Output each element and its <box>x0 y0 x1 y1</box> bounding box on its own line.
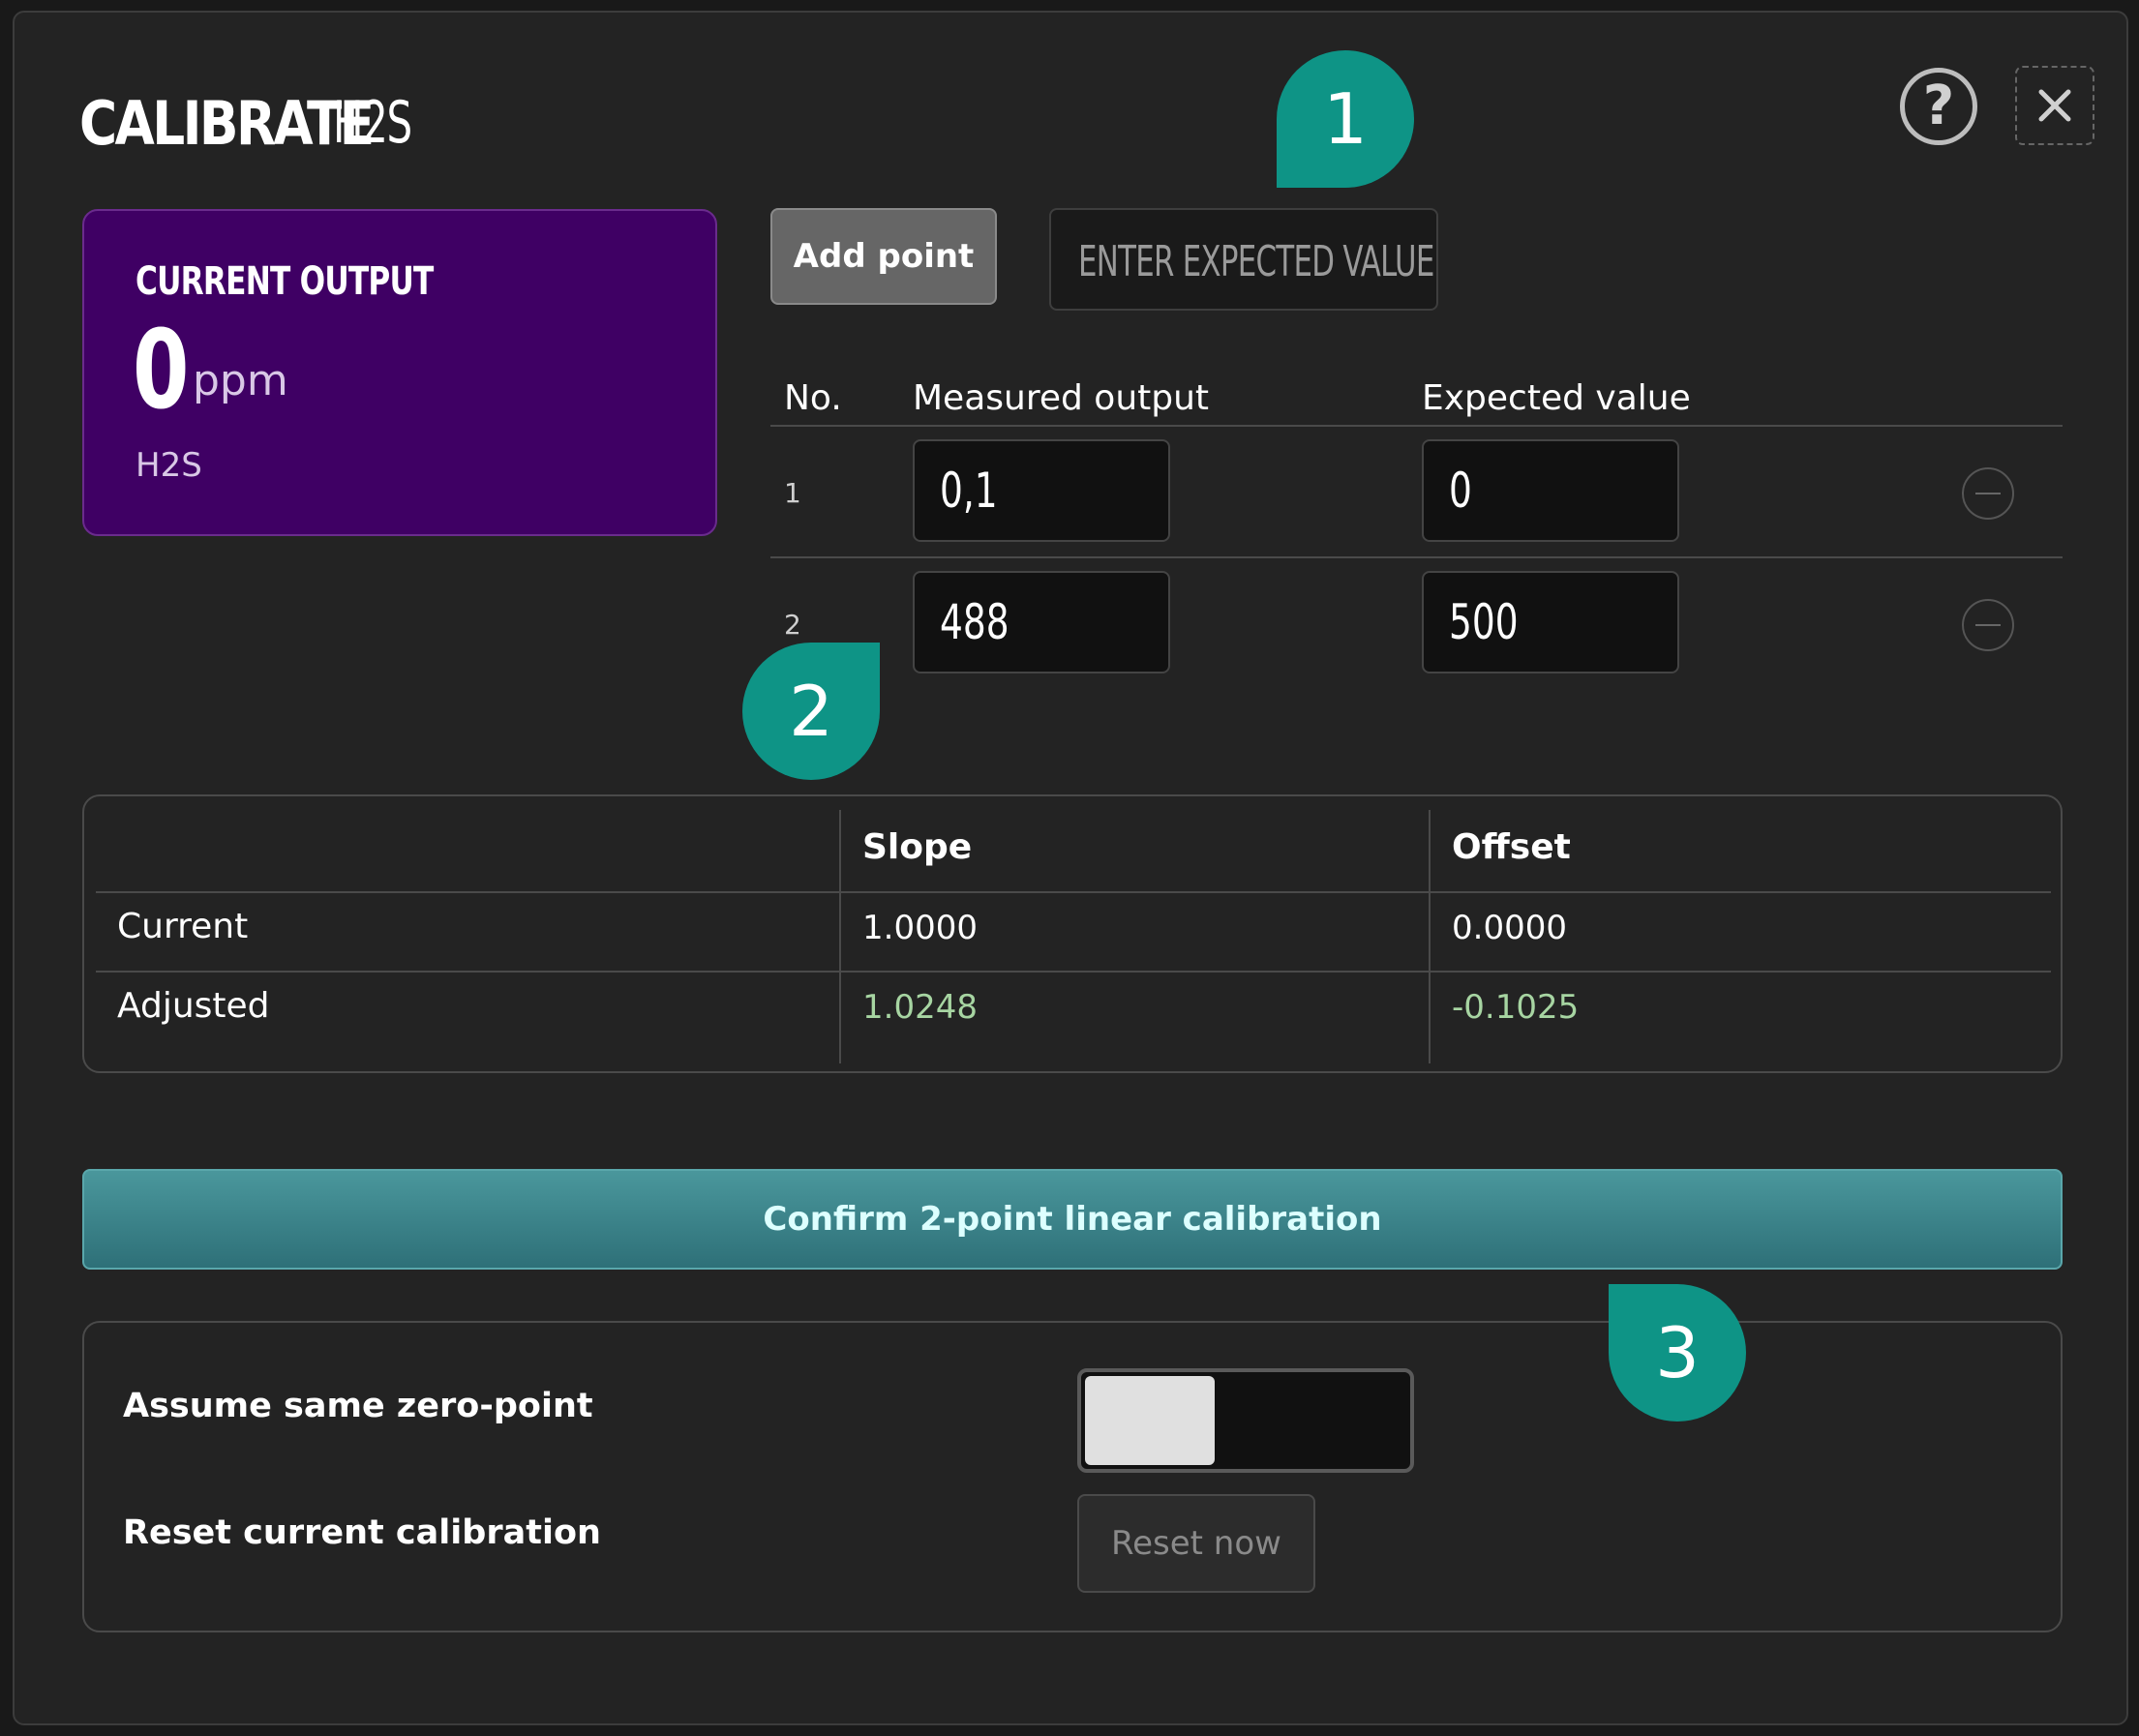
callout-marker-2: 2 <box>742 643 880 780</box>
options-panel: Assume same zero-point Reset current cal… <box>82 1321 2063 1632</box>
callout-marker-3: 3 <box>1609 1284 1746 1422</box>
reset-now-button[interactable]: Reset now <box>1077 1494 1315 1593</box>
column-expected: Expected value <box>1422 378 1691 418</box>
current-row-label: Current <box>117 907 249 946</box>
current-output-value: 0 <box>133 308 190 434</box>
title-action: CALIBRATE <box>79 88 375 159</box>
calibration-dialog: CALIBRATE H2S ? CURRENT OUTPUT 0 ppm H2S… <box>13 11 2128 1725</box>
toggle-knob <box>1085 1376 1215 1465</box>
row-divider <box>96 971 2051 973</box>
adjusted-row-label: Adjusted <box>117 986 270 1026</box>
remove-point-icon[interactable] <box>1962 467 2014 520</box>
current-output-unit: ppm <box>193 356 288 405</box>
header-divider <box>770 425 2063 427</box>
zero-point-label: Assume same zero-point <box>123 1387 593 1425</box>
zero-point-toggle[interactable] <box>1077 1368 1414 1473</box>
adjusted-offset: -0.1025 <box>1452 988 1580 1027</box>
slope-header: Slope <box>862 827 973 867</box>
callout-marker-1: 1 <box>1277 50 1414 188</box>
dialog-title: CALIBRATE H2S <box>79 88 420 165</box>
column-divider <box>839 810 841 1063</box>
close-button[interactable] <box>2015 66 2094 145</box>
expected-input[interactable]: 0 <box>1422 439 1679 542</box>
calibration-table: Slope Offset Current 1.0000 0.0000 Adjus… <box>82 794 2063 1073</box>
row-divider <box>770 556 2063 558</box>
add-point-button[interactable]: Add point <box>770 208 997 305</box>
help-glyph: ? <box>1922 75 1955 137</box>
expected-value: 0 <box>1449 463 1472 519</box>
point-number: 2 <box>784 609 801 641</box>
help-icon[interactable]: ? <box>1900 68 1977 145</box>
expected-value: 500 <box>1449 594 1519 650</box>
column-divider <box>1429 810 1431 1063</box>
confirm-calibration-button[interactable]: Confirm 2-point linear calibration <box>82 1169 2063 1270</box>
current-slope: 1.0000 <box>862 909 978 947</box>
point-number: 1 <box>784 477 801 509</box>
remove-point-icon[interactable] <box>1962 599 2014 651</box>
measured-input[interactable]: 488 <box>913 571 1170 673</box>
column-no: No. <box>784 378 842 418</box>
expected-value-input[interactable]: ENTER EXPECTED VALUE <box>1049 208 1438 311</box>
adjusted-slope: 1.0248 <box>862 988 978 1027</box>
offset-header: Offset <box>1452 827 1571 867</box>
measured-value: 488 <box>940 594 1009 650</box>
current-offset: 0.0000 <box>1452 909 1567 947</box>
current-output-card: CURRENT OUTPUT 0 ppm H2S <box>82 209 717 536</box>
current-output-gas: H2S <box>136 446 202 485</box>
column-measured: Measured output <box>913 378 1210 418</box>
title-sensor: H2S <box>333 89 412 157</box>
close-icon <box>2038 89 2071 122</box>
expected-input[interactable]: 500 <box>1422 571 1679 673</box>
measured-value: 0,1 <box>940 463 998 519</box>
row-divider <box>96 891 2051 893</box>
reset-calibration-label: Reset current calibration <box>123 1513 601 1552</box>
measured-input[interactable]: 0,1 <box>913 439 1170 542</box>
current-output-label: CURRENT OUTPUT <box>136 259 434 304</box>
expected-value-placeholder: ENTER EXPECTED VALUE <box>1078 237 1434 286</box>
